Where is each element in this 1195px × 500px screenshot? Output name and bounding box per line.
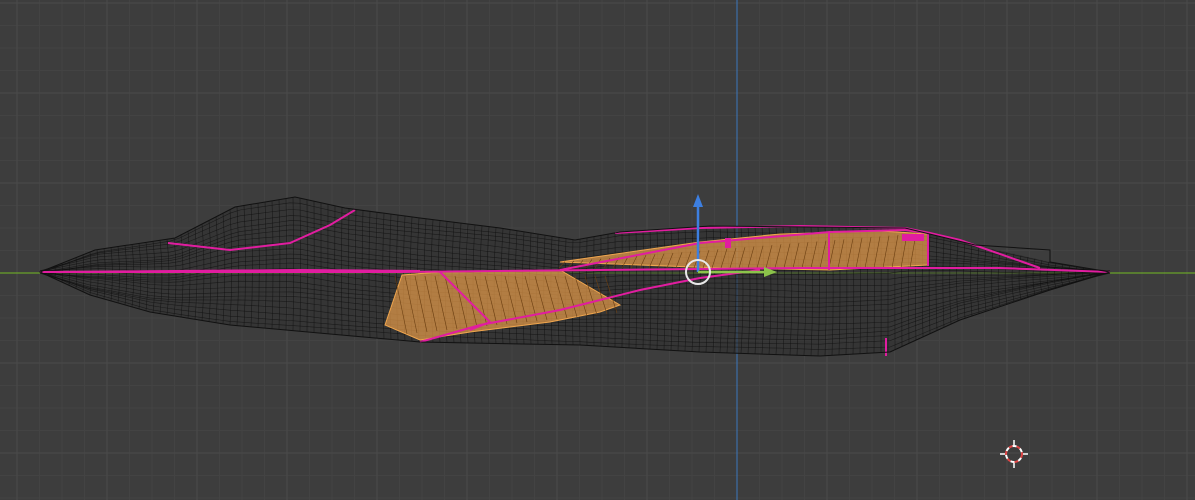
viewport-canvas[interactable]: [0, 0, 1195, 500]
3d-viewport[interactable]: [0, 0, 1195, 500]
3d-cursor-icon[interactable]: [1000, 440, 1028, 468]
marker-block: [902, 234, 924, 241]
gizmo-z-arrow-icon[interactable]: [693, 194, 703, 207]
aircraft-mesh[interactable]: [38, 196, 1111, 357]
marker-block-small: [725, 238, 731, 248]
